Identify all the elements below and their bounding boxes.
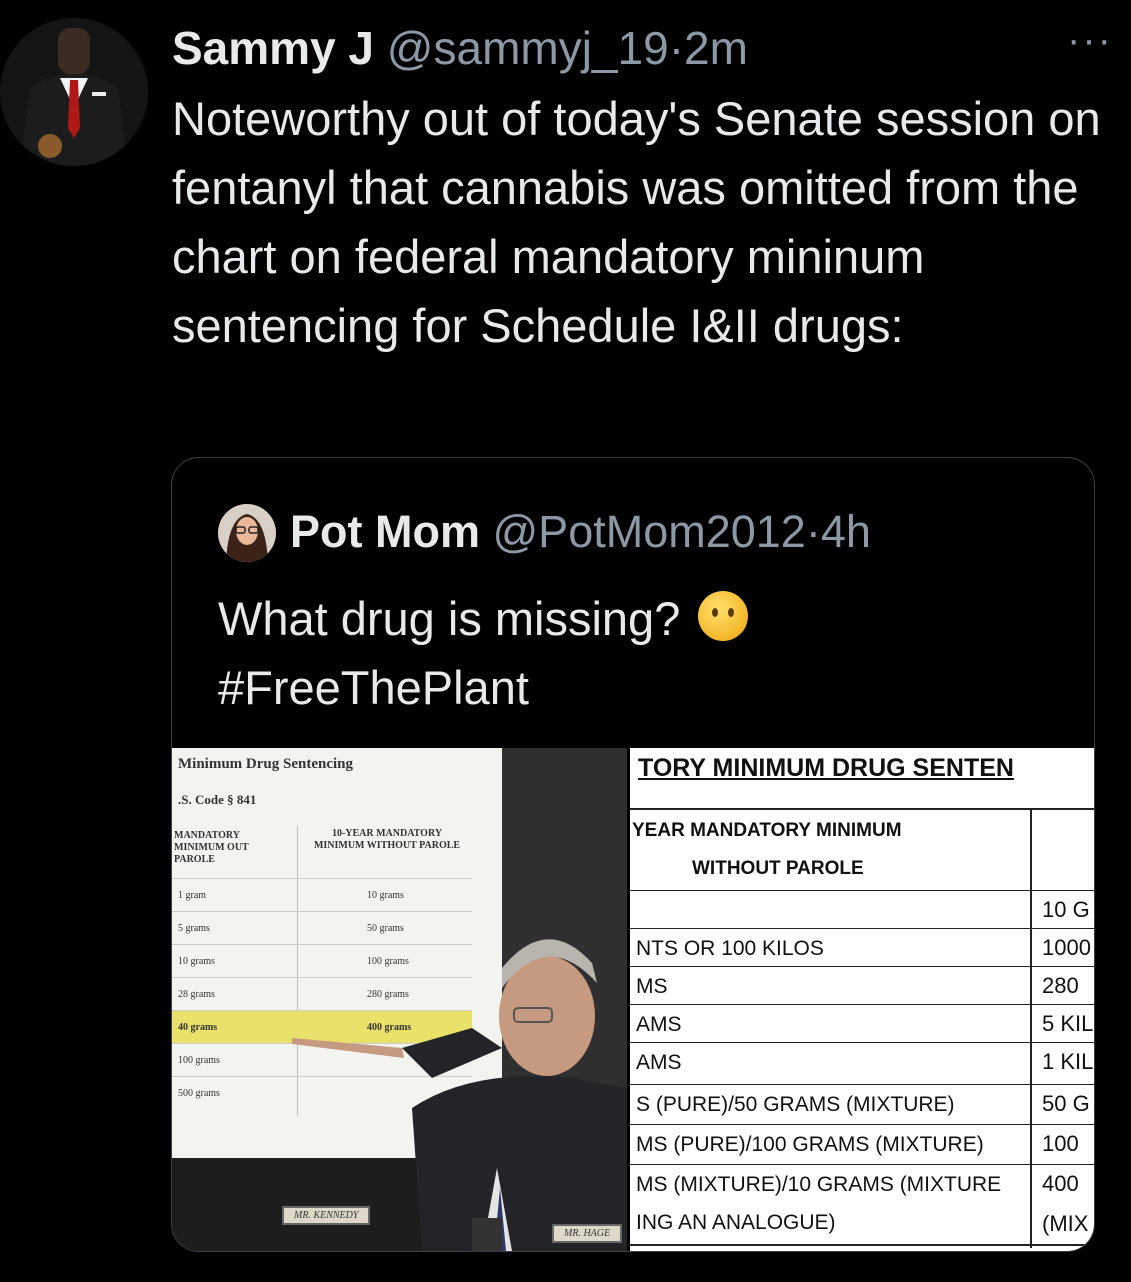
hashtag-link[interactable]: #FreeThePlant [218, 661, 529, 714]
quoted-author-name[interactable]: Pot Mom [290, 506, 480, 557]
tweet-header: Sammy J @sammyj_19·2m [172, 20, 748, 76]
table-header-line1: YEAR MANDATORY MINIMUM [632, 820, 902, 841]
quoted-author-avatar[interactable] [218, 504, 276, 562]
table-title: TORY MINIMUM DRUG SENTEN [638, 754, 1014, 782]
table-row: NTS OR 100 KILOS 1000 [630, 928, 1094, 967]
quoted-separator-dot: · [805, 506, 821, 557]
tweet-timestamp[interactable]: 2m [684, 22, 748, 74]
avatar-image [0, 18, 148, 166]
author-name[interactable]: Sammy J [172, 22, 374, 74]
quoted-media[interactable]: Minimum Drug Sentencing .S. Code § 841 M… [172, 748, 1094, 1251]
quoted-avatar-image [218, 504, 276, 562]
table-row: MS (PURE)/100 GRAMS (MIXTURE) 100 [630, 1124, 1094, 1163]
quoted-tweet-header: Pot Mom @PotMom2012·4h [290, 502, 871, 562]
quoted-tweet[interactable]: Pot Mom @PotMom2012·4h What drug is miss… [171, 457, 1095, 1252]
table-row: AMS 1 KIL [630, 1042, 1094, 1081]
table-row: MS 280 [630, 966, 1094, 1005]
table-header-line2: WITHOUT PAROLE [692, 858, 864, 879]
nameplate-hage: MR. HAGE [552, 1224, 623, 1243]
table-row: 10 G [630, 890, 1094, 929]
tweet-text: Noteworthy out of today's Senate session… [172, 92, 1101, 352]
more-options-icon[interactable]: ··· [1067, 18, 1113, 63]
senator-figure [292, 939, 627, 1251]
table-row: MS (MIXTURE)/10 GRAMS (MIXTURE 400 ING AN … [630, 1164, 1094, 1247]
table-row: S (PURE)/50 GRAMS (MIXTURE) 50 G [630, 1084, 1094, 1123]
nameplate-kennedy: MR. KENNEDY [282, 1206, 371, 1225]
thinking-face-icon [698, 591, 749, 641]
quoted-author-handle[interactable]: @PotMom2012 [493, 506, 806, 557]
quoted-timestamp[interactable]: 4h [821, 506, 871, 557]
separator-dot: · [668, 22, 685, 74]
quoted-tweet-text: What drug is missing? #FreeThePlant [218, 584, 1058, 722]
author-handle[interactable]: @sammyj_19 [387, 22, 669, 74]
author-avatar[interactable] [0, 18, 148, 166]
sentencing-table-image[interactable]: TORY MINIMUM DRUG SENTEN YEAR MANDATORY … [630, 748, 1094, 1251]
senate-hearing-photo[interactable]: Minimum Drug Sentencing .S. Code § 841 M… [172, 748, 627, 1251]
table-row: AMS 5 KIL [630, 1004, 1094, 1043]
quoted-text-line1: What drug is missing? [218, 592, 681, 645]
